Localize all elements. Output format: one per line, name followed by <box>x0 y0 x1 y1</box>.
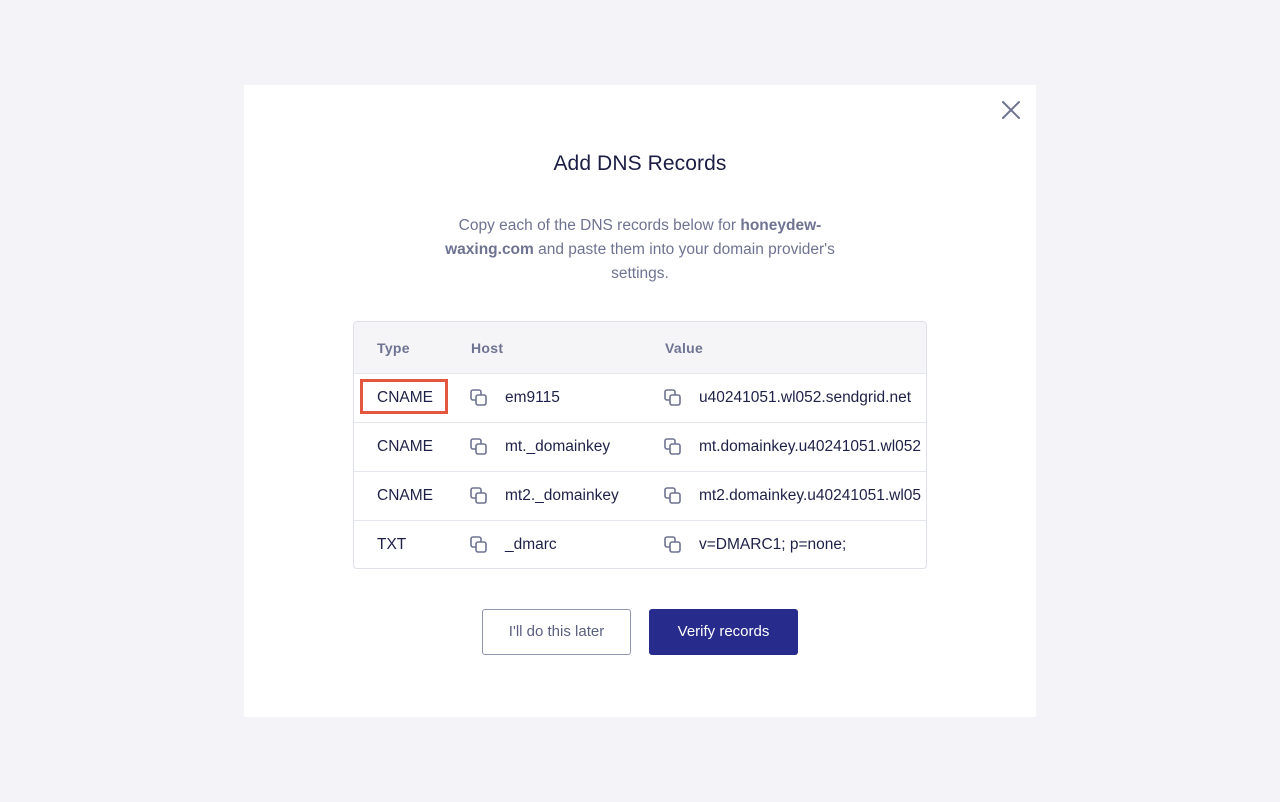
dns-records-table: Type Host Value CNAME em9115 u40241051.w… <box>353 321 927 569</box>
copy-icon[interactable] <box>470 438 488 456</box>
table-row: CNAME mt2._domainkey mt2.domainkey.u4024… <box>354 471 926 521</box>
copy-icon[interactable] <box>470 389 488 407</box>
verify-records-button[interactable]: Verify records <box>649 609 798 655</box>
record-host: _dmarc <box>505 536 557 553</box>
record-host: mt2._domainkey <box>505 487 619 504</box>
do-this-later-button[interactable]: I'll do this later <box>482 609 631 655</box>
copy-icon[interactable] <box>470 487 488 505</box>
modal-subtitle: Copy each of the DNS records below for h… <box>430 214 850 286</box>
close-icon[interactable] <box>1000 99 1022 121</box>
add-dns-records-modal: Add DNS Records Copy each of the DNS rec… <box>244 85 1036 717</box>
record-value: mt.domainkey.u40241051.wl052 <box>699 438 922 455</box>
record-host: mt._domainkey <box>505 438 611 455</box>
record-type: TXT <box>377 536 407 553</box>
subtitle-prefix: Copy each of the DNS records below for <box>458 217 741 234</box>
header-value: Value <box>665 340 704 356</box>
copy-icon[interactable] <box>664 389 682 407</box>
modal-title: Add DNS Records <box>553 152 727 175</box>
record-host: em9115 <box>505 389 560 406</box>
header-type: Type <box>377 340 410 356</box>
record-type: CNAME <box>377 389 433 406</box>
record-type: CNAME <box>377 438 433 455</box>
subtitle-suffix: and paste them into your domain provider… <box>533 241 835 282</box>
copy-icon[interactable] <box>664 536 682 554</box>
copy-icon[interactable] <box>664 438 682 456</box>
record-type: CNAME <box>377 487 433 504</box>
table-header: Type Host Value <box>354 322 926 373</box>
record-value: mt2.domainkey.u40241051.wl05 <box>699 487 922 504</box>
header-host: Host <box>471 340 504 356</box>
copy-icon[interactable] <box>664 487 682 505</box>
table-row: CNAME em9115 u40241051.wl052.sendgrid.ne… <box>354 373 926 423</box>
copy-icon[interactable] <box>470 536 488 554</box>
record-value: v=DMARC1; p=none; <box>699 536 847 553</box>
record-value: u40241051.wl052.sendgrid.net <box>699 389 912 406</box>
table-row: TXT _dmarc v=DMARC1; p=none; <box>354 520 926 568</box>
table-row: CNAME mt._domainkey mt.domainkey.u402410… <box>354 422 926 472</box>
